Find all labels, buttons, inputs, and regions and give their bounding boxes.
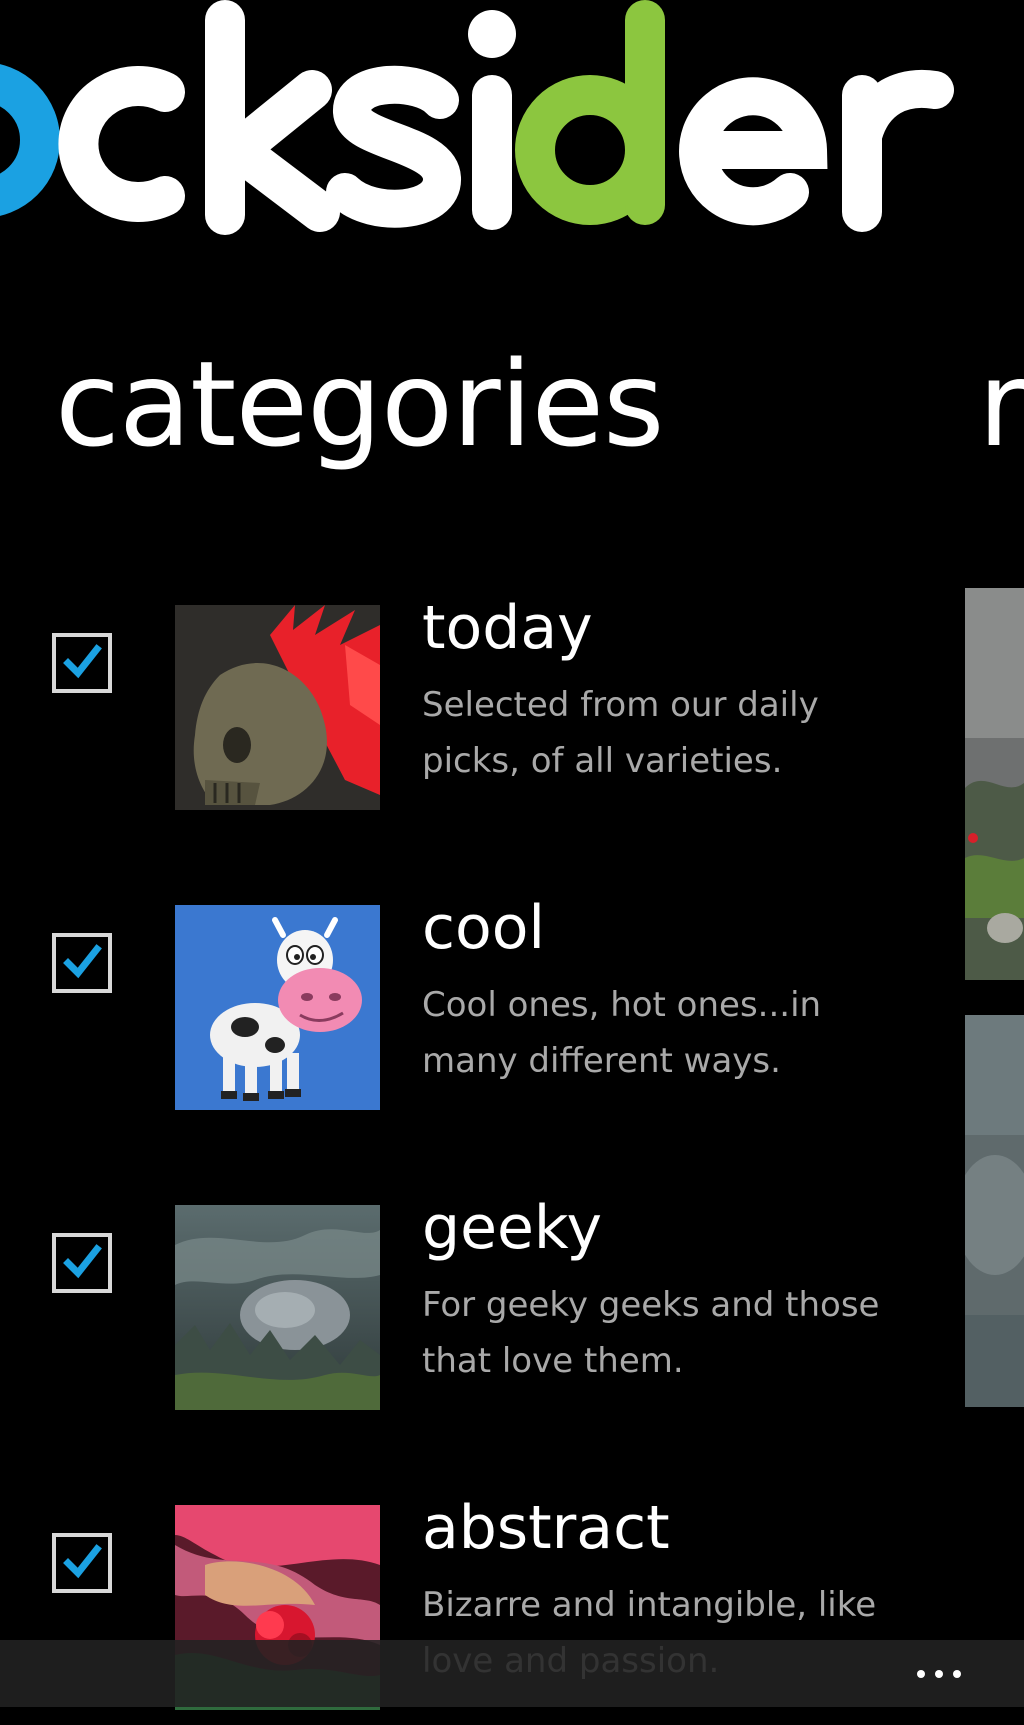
category-checkbox-cool[interactable] — [52, 933, 112, 993]
checkmark-icon — [63, 644, 102, 679]
checkmark-icon — [63, 1244, 102, 1279]
category-checkbox-abstract[interactable] — [52, 1533, 112, 1593]
category-description: Cool ones, hot ones...in many different … — [422, 985, 822, 1081]
more-options-button[interactable] — [904, 1640, 974, 1707]
checkmark-icon — [63, 944, 102, 979]
category-title: abstract — [422, 1493, 670, 1563]
category-item-today[interactable]: today Selected from our daily picks, of … — [0, 595, 950, 825]
thumbnail-today — [175, 605, 380, 810]
category-description: Selected from our daily picks, of all va… — [422, 685, 819, 781]
checkmark-icon — [63, 1544, 102, 1579]
category-checkbox-geeky[interactable] — [52, 1233, 112, 1293]
ellipsis-icon — [912, 1669, 966, 1678]
next-pivot-thumbnail-2[interactable] — [965, 1015, 1024, 1407]
category-list: today Selected from our daily picks, of … — [0, 0, 950, 1710]
next-pivot-thumbnail-1[interactable] — [965, 588, 1024, 980]
pivot-header-next-peek[interactable]: r — [978, 345, 1024, 463]
category-title: geeky — [422, 1193, 603, 1263]
category-title: cool — [422, 893, 546, 963]
category-checkbox-today[interactable] — [52, 633, 112, 693]
thumbnail-cool — [175, 905, 380, 1110]
app-bar — [0, 1640, 1024, 1707]
thumbnail-geeky — [175, 1205, 380, 1410]
category-description: For geeky geeks and those that love them… — [422, 1285, 880, 1381]
category-item-geeky[interactable]: geeky For geeky geeks and those that lov… — [0, 1195, 950, 1425]
category-title: today — [422, 593, 593, 663]
category-item-cool[interactable]: cool Cool ones, hot ones...in many diffe… — [0, 895, 950, 1125]
